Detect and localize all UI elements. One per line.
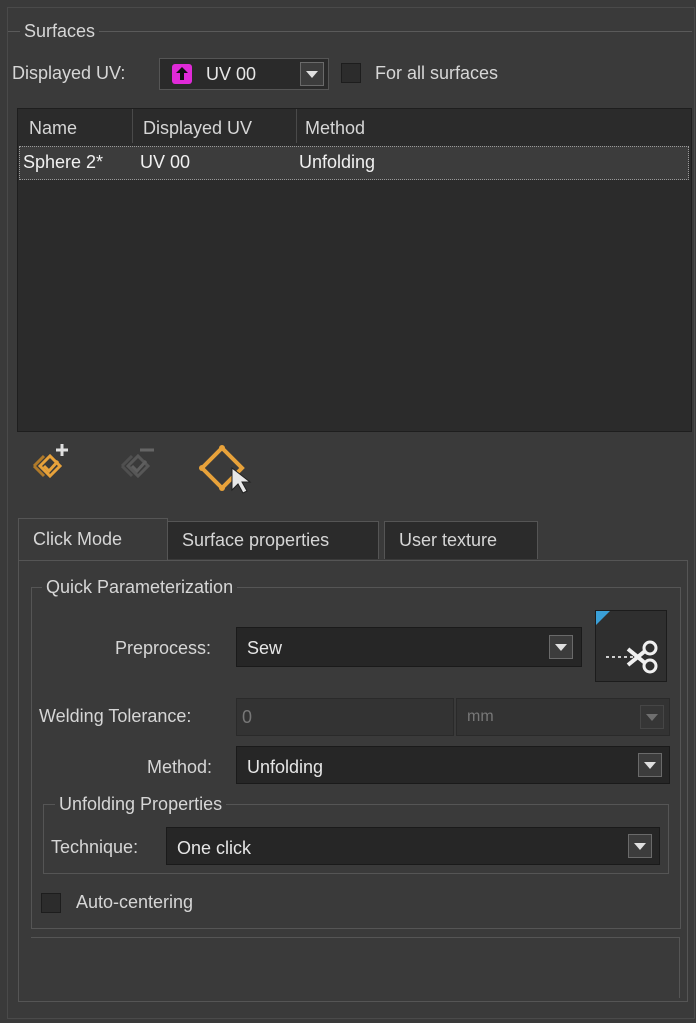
preprocess-label: Preprocess:	[115, 638, 212, 658]
tab-user-texture[interactable]: User texture	[384, 521, 538, 559]
remove-surface-icon[interactable]	[110, 440, 166, 488]
chevron-down-icon[interactable]	[638, 753, 662, 777]
auto-centering-checkbox[interactable]	[41, 893, 61, 913]
welding-tolerance-input[interactable]: 0	[236, 698, 454, 736]
displayed-uv-value: UV 00	[206, 64, 257, 84]
for-all-surfaces-checkbox[interactable]	[341, 63, 361, 83]
surfaces-table[interactable]: Name Displayed UV Method Sphere 2* UV 00…	[17, 108, 692, 432]
column-header-displayed-uv[interactable]: Displayed UV	[133, 109, 297, 143]
table-header: Name Displayed UV Method	[18, 109, 691, 143]
method-label: Method:	[147, 757, 213, 777]
technique-value: One click	[177, 838, 252, 858]
surfaces-group-line	[8, 31, 692, 32]
unfolding-properties-title: Unfolding Properties	[55, 794, 227, 815]
technique-label: Technique:	[51, 837, 139, 857]
uv-set-icon	[172, 64, 192, 84]
method-value: Unfolding	[247, 757, 324, 777]
chevron-down-icon[interactable]	[549, 635, 573, 659]
displayed-uv-select[interactable]: UV 00	[159, 58, 329, 90]
chevron-down-icon[interactable]	[628, 834, 652, 858]
cut-tool-button[interactable]	[595, 610, 667, 682]
preprocess-select[interactable]: Sew	[236, 627, 582, 667]
for-all-surfaces-label: For all surfaces	[375, 63, 499, 83]
quick-param-title: Quick Parameterization	[42, 577, 238, 598]
surfaces-title: Surfaces	[20, 21, 100, 42]
column-header-name[interactable]: Name	[18, 109, 133, 143]
row-name: Sphere 2*	[23, 152, 104, 172]
table-row[interactable]: Sphere 2* UV 00 Unfolding	[19, 146, 689, 180]
add-surface-icon[interactable]	[22, 440, 78, 488]
chevron-down-icon[interactable]	[640, 705, 664, 729]
column-header-method[interactable]: Method	[297, 109, 690, 143]
tab-surface-properties[interactable]: Surface properties	[167, 521, 379, 559]
tab-click-mode[interactable]: Click Mode	[18, 518, 168, 560]
welding-unit-select[interactable]: mm	[456, 698, 670, 736]
select-surface-icon[interactable]	[196, 438, 264, 494]
auto-centering-label: Auto-centering	[76, 892, 194, 912]
welding-unit-value: mm	[467, 708, 494, 725]
row-uv: UV 00	[140, 152, 191, 172]
technique-select[interactable]: One click	[166, 827, 660, 865]
welding-tolerance-value: 0	[242, 707, 253, 727]
displayed-uv-label: Displayed UV:	[12, 63, 126, 83]
preprocess-value: Sew	[247, 638, 283, 658]
bottom-divider	[31, 937, 680, 998]
method-select[interactable]: Unfolding	[236, 746, 670, 784]
welding-tolerance-label: Welding Tolerance:	[39, 706, 192, 726]
row-method: Unfolding	[299, 152, 376, 172]
chevron-down-icon[interactable]	[300, 62, 324, 86]
